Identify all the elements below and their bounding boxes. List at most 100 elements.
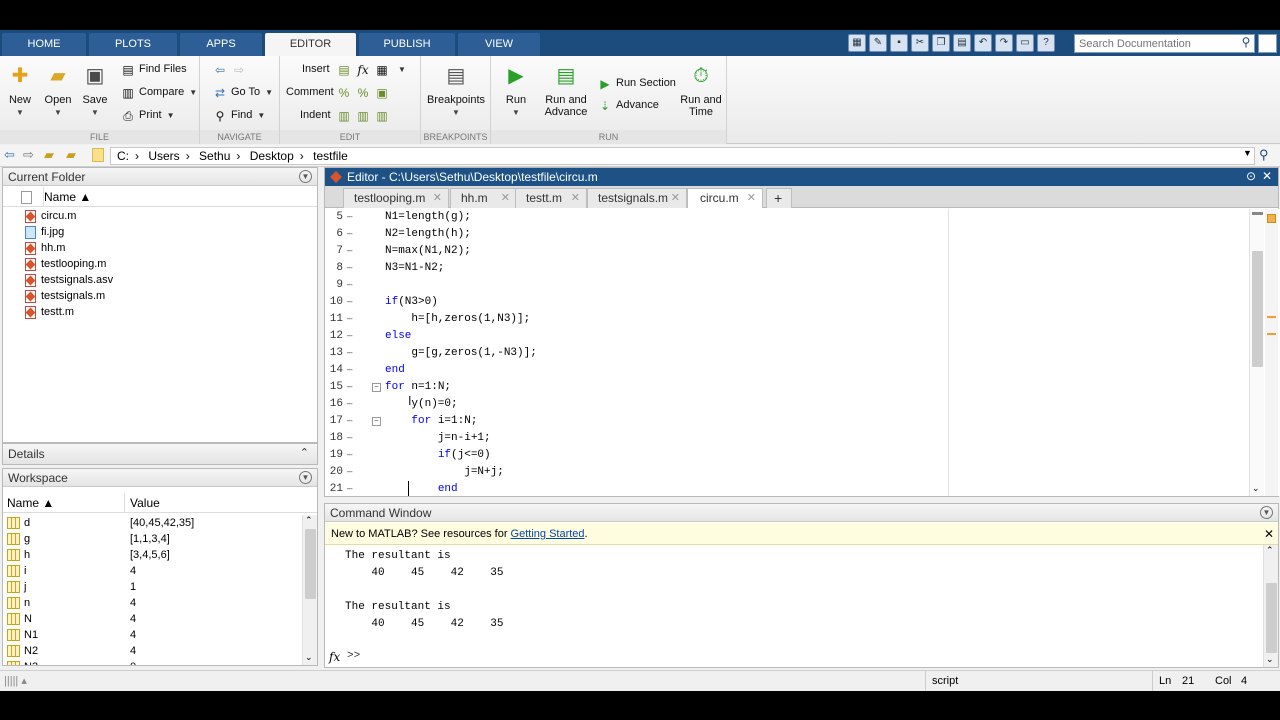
- tab-home[interactable]: HOME: [2, 33, 86, 56]
- code-line[interactable]: 13— g=[g,zeros(1,-N3)];: [325, 345, 1280, 362]
- panel-menu-icon[interactable]: ▼: [299, 471, 312, 484]
- line-number[interactable]: 20: [325, 464, 343, 481]
- breakpoints-button[interactable]: ▤ Breakpoints ▼: [425, 60, 487, 126]
- search-folder-icon[interactable]: ⚲: [1259, 147, 1269, 163]
- back-forward-buttons[interactable]: ⇦ ⇨: [212, 60, 250, 78]
- line-number[interactable]: 17: [325, 413, 343, 430]
- workspace-variable[interactable]: j1: [3, 579, 303, 595]
- line-number[interactable]: 16: [325, 396, 343, 413]
- executable-line-marker[interactable]: —: [347, 209, 352, 226]
- code-line[interactable]: 19— if(j<=0): [325, 447, 1280, 464]
- close-banner-icon[interactable]: ✕: [1264, 523, 1274, 545]
- code-line[interactable]: 21 — end: [325, 481, 1280, 496]
- workspace-variable[interactable]: h [3,4,5,6]: [3, 547, 303, 563]
- executable-line-marker[interactable]: —: [347, 277, 352, 294]
- executable-line-marker[interactable]: —: [347, 481, 352, 496]
- code-line[interactable]: 8— N3=N1-N2;: [325, 260, 1280, 277]
- run-section-button[interactable]: ▶ Run Section: [597, 74, 676, 92]
- tab-apps[interactable]: APPS: [180, 33, 262, 56]
- path-dropdown-icon[interactable]: ▼: [1243, 148, 1252, 158]
- undo-icon[interactable]: ↶: [974, 34, 992, 52]
- fx-function-browser-icon[interactable]: fx: [329, 650, 340, 664]
- compare-button[interactable]: ▥ Compare ▼: [120, 83, 197, 101]
- executable-line-marker[interactable]: —: [347, 260, 352, 277]
- scrollbar-thumb[interactable]: [1266, 583, 1277, 653]
- scroll-down-icon[interactable]: ⌄: [1266, 654, 1274, 665]
- paste-icon[interactable]: ▤: [953, 34, 971, 52]
- close-tab-icon[interactable]: ✕: [433, 189, 442, 207]
- file-item[interactable]: testsignals.asv: [3, 272, 303, 288]
- line-number[interactable]: 21: [325, 481, 343, 496]
- line-number[interactable]: 14: [325, 362, 343, 379]
- file-item[interactable]: circu.m: [3, 208, 303, 224]
- path-segment[interactable]: Users: [148, 149, 179, 163]
- code-line[interactable]: 11— h=[h,zeros(1,N3)];: [325, 311, 1280, 328]
- path-segment[interactable]: testfile: [313, 149, 348, 163]
- path-segment[interactable]: Desktop: [250, 149, 294, 163]
- insert-tools[interactable]: ▤ fx ▦ ▼: [336, 60, 406, 78]
- collapse-ribbon-button[interactable]: [1258, 34, 1277, 53]
- line-number[interactable]: 11: [325, 311, 343, 328]
- scroll-down-icon[interactable]: ⌄: [1252, 483, 1260, 494]
- scroll-down-icon[interactable]: ⌄: [305, 652, 313, 663]
- back-arrow-icon[interactable]: ⇦: [4, 147, 15, 163]
- run-button[interactable]: ▶ Run ▼: [497, 60, 535, 126]
- command-prompt[interactable]: >>: [347, 650, 360, 662]
- code-line[interactable]: 20— j=N+j;: [325, 464, 1280, 481]
- line-number[interactable]: 7: [325, 243, 343, 260]
- workspace-variable[interactable]: N1 4: [3, 627, 303, 643]
- workspace-variable[interactable]: n4: [3, 595, 303, 611]
- executable-line-marker[interactable]: —: [347, 447, 352, 464]
- workspace-variable[interactable]: N30: [3, 659, 303, 665]
- editor-tab[interactable]: testt.m ✕: [515, 188, 587, 208]
- code-fold-icon[interactable]: −: [372, 383, 381, 392]
- line-number[interactable]: 15: [325, 379, 343, 396]
- resize-grip-icon[interactable]: ||||| ▴: [4, 671, 27, 691]
- copy-icon[interactable]: ❐: [932, 34, 950, 52]
- executable-line-marker[interactable]: —: [347, 396, 352, 413]
- save-icon[interactable]: ▪: [890, 34, 908, 52]
- executable-line-marker[interactable]: —: [347, 328, 352, 345]
- code-line[interactable]: 14— end: [325, 362, 1280, 379]
- file-item[interactable]: testlooping.m: [3, 256, 303, 272]
- tab-plots[interactable]: PLOTS: [89, 33, 177, 56]
- tab-publish[interactable]: PUBLISH: [359, 33, 455, 56]
- code-line[interactable]: 15— − for n=1:N;: [325, 379, 1280, 396]
- indent-tools[interactable]: ▥ ▥ ▥: [336, 106, 393, 124]
- scroll-up-icon[interactable]: ⌃: [305, 515, 313, 526]
- line-number[interactable]: 10: [325, 294, 343, 311]
- indent-button[interactable]: Indent: [300, 106, 331, 124]
- tab-editor[interactable]: EDITOR: [265, 33, 356, 56]
- workspace-scrollbar[interactable]: ⌃ ⌄: [302, 515, 317, 665]
- editor-scrollbar[interactable]: ⌄: [1249, 209, 1264, 496]
- executable-line-marker[interactable]: —: [347, 345, 352, 362]
- code-line[interactable]: 6— N2=length(h);: [325, 226, 1280, 243]
- open-button[interactable]: ▰ Open ▼: [39, 60, 77, 126]
- line-number[interactable]: 18: [325, 430, 343, 447]
- run-and-time-button[interactable]: ⏱ Run and Time: [677, 60, 725, 126]
- executable-line-marker[interactable]: —: [347, 311, 352, 328]
- comment-tools[interactable]: %% ▣: [336, 83, 393, 101]
- browse-folder-icon[interactable]: ▰: [66, 147, 76, 163]
- line-number[interactable]: 19: [325, 447, 343, 464]
- line-number[interactable]: 12: [325, 328, 343, 345]
- switch-windows-icon[interactable]: ▭: [1016, 34, 1034, 52]
- executable-line-marker[interactable]: —: [347, 464, 352, 481]
- warning-marker[interactable]: [1267, 333, 1276, 335]
- find-files-button[interactable]: ▤ Find Files: [120, 60, 186, 78]
- save-button[interactable]: ▣ Save ▼: [76, 60, 114, 126]
- workspace-variable[interactable]: N4: [3, 611, 303, 627]
- search-icon[interactable]: ⚲: [1238, 35, 1254, 51]
- code-area[interactable]: 5— N1=length(g); 6— N2=length(h); 7— N=max(N1…: [325, 209, 1280, 496]
- file-item[interactable]: testsignals.m: [3, 288, 303, 304]
- expand-up-icon[interactable]: ⌃: [300, 446, 309, 459]
- executable-line-marker[interactable]: —: [347, 226, 352, 243]
- line-number[interactable]: 13: [325, 345, 343, 362]
- code-line[interactable]: 9—: [325, 277, 1280, 294]
- getting-started-link[interactable]: Getting Started: [511, 528, 585, 540]
- line-number[interactable]: 9: [325, 277, 343, 294]
- workspace-variable[interactable]: i4: [3, 563, 303, 579]
- code-line[interactable]: 12— else: [325, 328, 1280, 345]
- command-window-scrollbar[interactable]: ⌃ ⌄: [1263, 545, 1278, 667]
- close-tab-icon[interactable]: ✕: [747, 189, 756, 207]
